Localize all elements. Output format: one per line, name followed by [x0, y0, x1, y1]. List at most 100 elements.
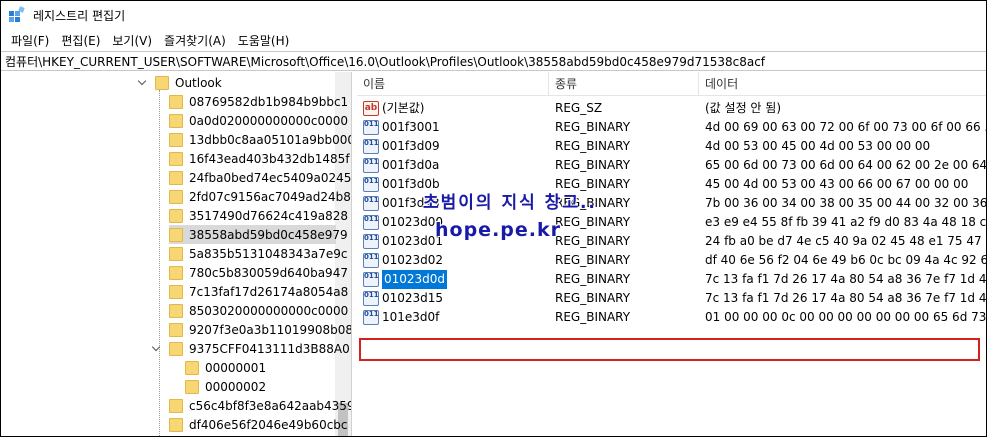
tree-item-label: 13dbb0c8aa05101a9bb000 [189, 132, 352, 147]
tree-item-selected[interactable]: 38558abd59bd0c458e979 [169, 225, 348, 244]
menu-bar: 파일(F) 편집(E) 보기(V) 즐겨찾기(A) 도움말(H) [1, 29, 986, 51]
value-row[interactable]: 011 11001023d01 REG_BINARY 24 fb a0 be d7 … [357, 232, 987, 251]
tree-item[interactable]: 7c13faf17d26174a8054a8 [169, 282, 348, 301]
value-name: 001f3d0a [382, 158, 440, 172]
value-data: 65 00 6d 00 73 00 6d 00 64 00 62 00 2e 0… [705, 158, 987, 172]
value-name-cell: 011 110001f3d09 [363, 137, 549, 156]
tree-item[interactable]: 13dbb0c8aa05101a9bb000 [169, 130, 352, 149]
value-name-cell: 011 11001023d15 [363, 289, 549, 308]
value-type: REG_BINARY [555, 196, 631, 210]
value-type: REG_BINARY [555, 177, 631, 191]
value-name: 101e3d0f [382, 310, 440, 324]
value-data: 45 00 4d 00 53 00 43 00 66 00 67 00 00 0… [705, 177, 969, 191]
tree-item[interactable]: 08769582db1b984b9bbc1 [169, 92, 348, 111]
value-data: (값 설정 안 됨) [705, 101, 782, 115]
value-row[interactable]: 011 110001f3001 REG_BINARY 4d 00 69 00 63 … [357, 118, 987, 137]
value-row[interactable]: 011 11001023d02 REG_BINARY df 40 6e 56 f2 … [357, 251, 986, 270]
value-data: 4d 00 69 00 63 00 72 00 6f 00 73 00 6f 0… [705, 120, 987, 134]
tree-item-label: 3517490d76624c419a828 [189, 208, 348, 223]
value-name: 01023d00 [382, 215, 444, 229]
tree-item-label: 24fba0bed74ec5409a0245 [189, 170, 352, 185]
value-row[interactable]: 011 110001f3d0a REG_BINARY 65 00 6d 00 73 … [357, 156, 987, 175]
value-data: 24 fb a0 be d7 4e c5 40 9a 02 45 48 e1 7… [705, 234, 987, 248]
address-bar[interactable]: 컴퓨터\HKEY_CURRENT_USER\SOFTWARE\Microsoft… [1, 51, 986, 71]
chevron-down-icon[interactable] [137, 77, 149, 89]
chevron-down-icon[interactable] [151, 343, 163, 355]
value-name-cell: 011 11001023d0d [363, 270, 549, 289]
value-row[interactable]: 011 110001f3d0b REG_BINARY 45 00 4d 00 53 … [357, 175, 986, 194]
value-row-selected[interactable]: 011 11001023d0d REG_BINARY 7c 13 fa f1 7d … [357, 270, 986, 289]
folder-icon [169, 341, 183, 356]
tree-item-child[interactable]: 00000002 [185, 377, 266, 396]
tree-item[interactable]: 16f43ead403b432db1485f [169, 149, 350, 168]
value-data: 01 00 00 00 0c 00 00 00 00 00 00 00 65 6… [705, 310, 987, 324]
tree-item[interactable]: 8503020000000000c0000 [169, 301, 348, 320]
folder-icon [155, 75, 169, 90]
tree-item-label: 8503020000000000c0000 [189, 303, 349, 318]
value-name-cell: 011 110001f3d0b [363, 175, 549, 194]
value-name-cell: ab (기본값) [363, 99, 549, 118]
tree-item-child[interactable]: 00000001 [185, 358, 266, 377]
value-type: REG_BINARY [555, 139, 631, 153]
folder-icon [169, 398, 183, 413]
tree-item[interactable]: 780c5b830059d640ba947 [169, 263, 348, 282]
binary-value-icon: 011 110 [363, 291, 379, 306]
value-row[interactable]: 011 110101e3d0f REG_BINARY 01 00 00 00 0c … [357, 308, 987, 327]
binary-value-icon: 011 110 [363, 158, 379, 173]
tree-item-label: 00000002 [205, 379, 267, 394]
menu-view[interactable]: 보기(V) [106, 32, 158, 49]
tree-item[interactable]: 9375CFF0413111d3B88A0 [151, 339, 350, 358]
value-type: REG_BINARY [555, 253, 631, 267]
binary-value-icon: 011 110 [363, 253, 379, 268]
tree-item-label: 38558abd59bd0c458e979 [189, 227, 348, 242]
tree-item-label: 16f43ead403b432db1485f [189, 151, 350, 166]
tree-item[interactable]: c56c4bf8f3e8a642aab4359 [169, 396, 351, 415]
value-row[interactable]: 011 11001023d00 REG_BINARY e3 e9 e4 55 8f … [357, 213, 986, 232]
tree-item[interactable]: 0a0d020000000000c0000 [169, 111, 348, 130]
binary-value-icon: 011 110 [363, 234, 379, 249]
folder-icon [169, 189, 183, 204]
key-tree-pane[interactable]: Outlook 08769582db1b984b9bbc1 0a0d02000000… [1, 72, 352, 436]
folder-icon [169, 208, 183, 223]
window-title: 레지스트리 편집기 [33, 8, 126, 23]
value-row[interactable]: 011 110001f3d13 REG_BINARY 7b 00 36 00 34 … [357, 194, 987, 213]
tree-item-outlook[interactable]: Outlook [137, 73, 222, 92]
value-data: 7b 00 36 00 34 00 38 00 35 00 44 00 32 0… [705, 196, 987, 210]
folder-icon [169, 227, 183, 242]
value-type: REG_BINARY [555, 291, 631, 305]
tree-item[interactable]: 24fba0bed74ec5409a0245 [169, 168, 351, 187]
tree-item[interactable]: 9207f3e0a3b11019908b08 [169, 320, 352, 339]
binary-value-icon: 011 110 [363, 177, 379, 192]
value-type: REG_BINARY [555, 272, 631, 286]
column-header-type[interactable]: 종류 [549, 72, 699, 96]
string-value-icon: ab [363, 101, 379, 116]
value-name: 001f3d13 [382, 196, 440, 210]
menu-favorites[interactable]: 즐겨찾기(A) [158, 32, 232, 49]
tree-item-label: 0a0d020000000000c0000 [189, 113, 348, 128]
highlight-box [359, 338, 980, 361]
tree-guideline [159, 90, 160, 436]
tree-item-label: 9207f3e0a3b11019908b08 [189, 322, 352, 337]
tree-item[interactable]: 3517490d76624c419a828 [169, 206, 348, 225]
tree-item[interactable]: df406e56f2046e49b60cbc [169, 415, 348, 434]
binary-value-icon: 011 110 [363, 139, 379, 154]
value-name-cell: 011 110101e3d0f [363, 308, 549, 327]
column-header-data[interactable]: 데이터 [699, 72, 986, 96]
value-row[interactable]: ab (기본값) REG_SZ (값 설정 안 됨) [357, 99, 986, 118]
menu-edit[interactable]: 편집(E) [55, 32, 106, 49]
value-type: REG_BINARY [555, 234, 631, 248]
folder-icon [169, 322, 183, 337]
menu-help[interactable]: 도움말(H) [232, 32, 296, 49]
tree-item[interactable]: 5a835b5131048343a7e9c [169, 244, 347, 263]
value-name-cell: 011 110001f3d0a [363, 156, 549, 175]
binary-value-icon: 011 110 [363, 215, 379, 230]
value-row[interactable]: 011 110001f3d09 REG_BINARY 4d 00 53 00 45 … [357, 137, 986, 156]
value-row[interactable]: 011 11001023d15 REG_BINARY 7c 13 fa f1 7d … [357, 289, 986, 308]
title-bar: 레지스트리 편집기 [1, 1, 986, 29]
column-header-name[interactable]: 이름 [357, 72, 549, 96]
folder-icon [169, 94, 183, 109]
folder-icon [169, 246, 183, 261]
folder-icon [169, 284, 183, 299]
tree-item[interactable]: 2fd07c9156ac7049ad24b8 [169, 187, 351, 206]
menu-file[interactable]: 파일(F) [5, 32, 55, 49]
